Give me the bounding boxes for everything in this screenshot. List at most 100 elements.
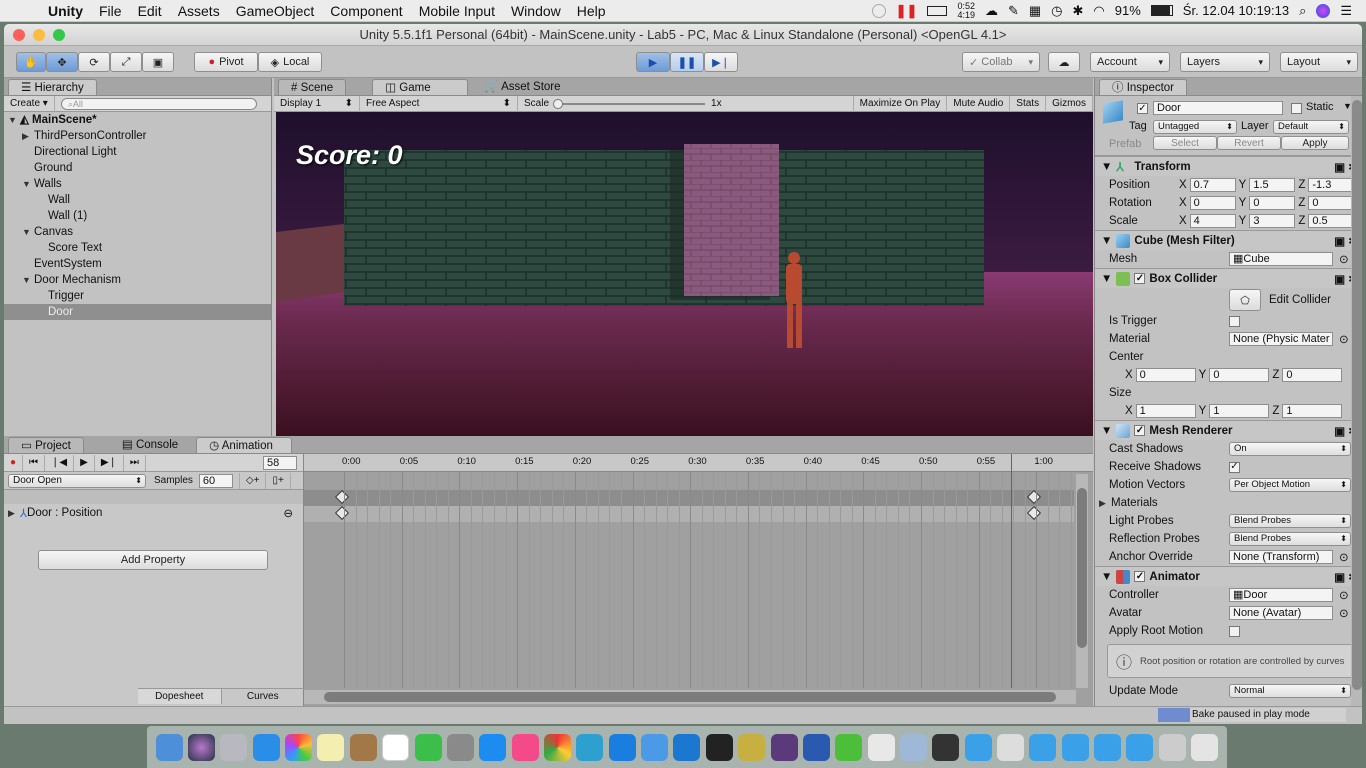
datetime[interactable]: Śr. 12.04 10:19:13	[1183, 3, 1289, 18]
hierarchy-item[interactable]: Door	[4, 304, 271, 320]
tab-curves[interactable]: Curves	[222, 689, 305, 704]
tab-dopesheet[interactable]: Dopesheet	[138, 689, 222, 704]
receive-shadows-checkbox[interactable]: ✓	[1229, 461, 1240, 473]
pivot-toggle[interactable]: ● Pivot	[194, 52, 258, 72]
position-z-field[interactable]: -1.3	[1308, 178, 1355, 192]
menu-edit[interactable]: Edit	[130, 3, 170, 19]
siri-icon[interactable]	[1316, 3, 1331, 18]
menu-assets[interactable]: Assets	[170, 3, 228, 19]
finder-icon[interactable]	[155, 733, 183, 761]
clip-dropdown[interactable]: Door Open	[8, 473, 146, 488]
scale-z-field[interactable]: 0.5	[1308, 214, 1355, 228]
last-key-button[interactable]: ⏭	[124, 454, 146, 471]
hierarchy-item[interactable]: Wall	[4, 192, 271, 208]
prev-key-button[interactable]: ❘◀	[45, 454, 75, 471]
position-y-field[interactable]: 1.5	[1249, 178, 1296, 192]
animator-enabled-checkbox[interactable]: ✓	[1134, 571, 1146, 582]
terminal-icon[interactable]	[705, 733, 733, 761]
update-mode-dropdown[interactable]: Normal	[1229, 684, 1351, 698]
is-trigger-checkbox[interactable]	[1229, 315, 1240, 327]
move-tool-button[interactable]: ✥	[46, 52, 78, 72]
folder-icon[interactable]	[1094, 733, 1122, 761]
meshrenderer-header[interactable]: ▼ ✓ Mesh Renderer ▣ ✲	[1095, 420, 1362, 440]
time-machine-icon[interactable]: ◷	[1051, 3, 1062, 19]
static-checkbox[interactable]	[1291, 103, 1302, 114]
rotation-z-field[interactable]: 0	[1308, 196, 1355, 210]
chrome-icon[interactable]	[543, 733, 571, 761]
cast-shadows-dropdown[interactable]: On	[1229, 442, 1351, 456]
aspect-dropdown[interactable]: Free Aspect ⬍	[360, 95, 518, 112]
property-row[interactable]: ▶ ⅄ Door : Position ⊖	[4, 504, 303, 522]
unity-dock-icon[interactable]	[932, 733, 960, 761]
avatar-field[interactable]: None (Avatar)	[1229, 606, 1333, 620]
inspector-scrollbar[interactable]	[1351, 96, 1362, 722]
transform-header[interactable]: ▼ ⅄ Transform ▣ ✲	[1095, 156, 1362, 176]
prefab-apply-button[interactable]: Apply	[1281, 136, 1349, 150]
folder-icon[interactable]	[1029, 733, 1057, 761]
facetime-icon[interactable]	[414, 733, 442, 761]
object-picker-icon[interactable]: ⊙	[1339, 550, 1349, 564]
hierarchy-item[interactable]: Trigger	[4, 288, 271, 304]
tools-dock-icon[interactable]	[738, 733, 766, 761]
property-options-icon[interactable]: ⊖	[283, 506, 293, 520]
spotlight-search-icon[interactable]: ⌕	[1299, 3, 1306, 19]
hierarchy-item[interactable]: ▼ Door Mechanism	[4, 272, 271, 288]
display-dropdown[interactable]: Display 1 ⬍	[274, 95, 360, 112]
size-y-field[interactable]: 1	[1209, 404, 1270, 418]
tab-inspector[interactable]: ⓘ Inspector	[1099, 79, 1188, 95]
collab-dropdown[interactable]: ✓ Collab	[962, 52, 1040, 72]
pause-button[interactable]: ❚❚	[670, 52, 704, 72]
layers-dropdown[interactable]: Layers	[1180, 52, 1270, 72]
document-icon[interactable]	[997, 733, 1025, 761]
first-key-button[interactable]: ⏮	[23, 454, 46, 471]
time-ruler[interactable]: 0:00 0:05 0:10 0:15 0:20 0:25 0:30 0:35 0:40 0:45…	[304, 454, 1093, 472]
expand-arrow-icon[interactable]: ▼	[22, 224, 34, 240]
layer-dropdown[interactable]: Default	[1273, 120, 1349, 134]
siri-dock-icon[interactable]	[188, 733, 216, 761]
center-y-field[interactable]: 0	[1209, 368, 1270, 382]
add-keyframe-button[interactable]: ◇+	[238, 472, 267, 489]
rect-tool-button[interactable]: ▣	[142, 52, 174, 72]
expand-arrow-icon[interactable]: ▶	[1099, 498, 1111, 509]
size-z-field[interactable]: 1	[1282, 404, 1343, 418]
menu-gameobject[interactable]: GameObject	[228, 3, 323, 19]
add-event-button[interactable]: ▯+	[266, 472, 291, 489]
mesh-field[interactable]: ▦Cube	[1229, 252, 1333, 266]
hierarchy-item[interactable]: Directional Light	[4, 144, 271, 160]
expand-arrow-icon[interactable]: ▼	[22, 176, 34, 192]
notification-center-icon[interactable]: ☰	[1340, 3, 1352, 19]
scene-root[interactable]: ▼ ◭ MainScene*	[4, 112, 271, 128]
foldout-arrow-icon[interactable]: ▼	[1101, 571, 1112, 583]
object-picker-icon[interactable]: ⊙	[1339, 606, 1349, 620]
rotation-x-field[interactable]: 0	[1189, 196, 1236, 210]
cloud-button[interactable]: ☁	[1048, 52, 1080, 72]
tab-console[interactable]: ▤ Console	[110, 437, 190, 453]
menu-help[interactable]: Help	[569, 3, 614, 19]
close-window-button[interactable]	[13, 29, 25, 41]
foldout-arrow-icon[interactable]: ▼	[1101, 273, 1112, 285]
downloads-icon[interactable]	[1158, 733, 1186, 761]
inspector-scroll-thumb[interactable]	[1352, 100, 1362, 690]
expand-arrow-icon[interactable]: ▶	[22, 128, 34, 144]
samples-field[interactable]: 60	[198, 473, 233, 488]
utorrent-icon[interactable]	[835, 733, 863, 761]
battery-menu-icon[interactable]	[927, 5, 948, 16]
menu-mobile-input[interactable]: Mobile Input	[411, 3, 503, 19]
edit-collider-button[interactable]: ⬠	[1229, 289, 1261, 311]
zoom-window-button[interactable]	[53, 29, 65, 41]
frame-field[interactable]: 58	[263, 455, 297, 470]
hierarchy-item[interactable]: Ground	[4, 160, 271, 176]
system-preferences-icon[interactable]	[446, 733, 474, 761]
add-property-button[interactable]: Add Property	[38, 550, 268, 570]
controller-field[interactable]: ▦Door	[1229, 588, 1333, 602]
hierarchy-item[interactable]: ▼ Walls	[4, 176, 271, 192]
minimize-window-button[interactable]	[33, 29, 45, 41]
preview-icon[interactable]	[576, 733, 604, 761]
textedit-icon[interactable]	[867, 733, 895, 761]
windows-icon[interactable]	[673, 733, 701, 761]
record-button[interactable]: ●	[4, 454, 24, 471]
rotate-tool-button[interactable]: ⟳	[78, 52, 110, 72]
xcode-icon[interactable]	[641, 733, 669, 761]
tab-asset-store[interactable]: 🛒 Asset Store	[472, 79, 572, 95]
vertical-scroll-thumb[interactable]	[1077, 488, 1087, 648]
